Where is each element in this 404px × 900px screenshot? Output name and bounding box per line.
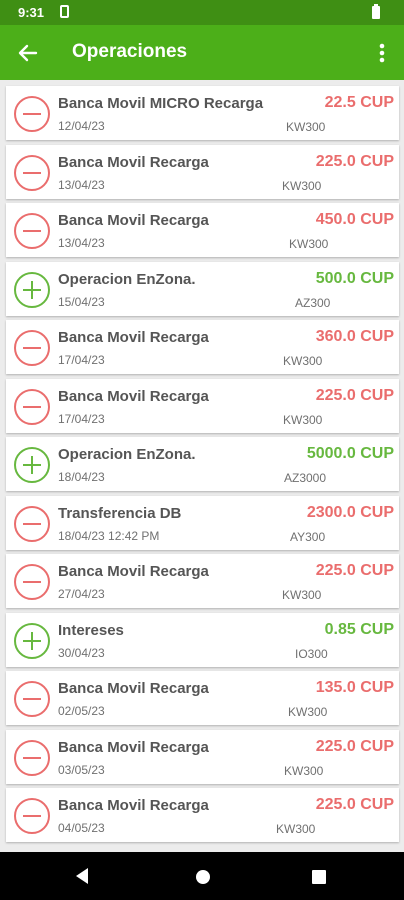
operation-date: 03/05/23 [58, 762, 105, 777]
battery-icon [372, 4, 380, 19]
operation-amount: 360.0 CUP [315, 328, 394, 345]
minus-circle-icon [14, 505, 50, 542]
page-title: Operaciones [72, 41, 188, 62]
minus-circle-icon [14, 681, 50, 717]
operation-code: KW300 [282, 588, 322, 602]
operation-date: 18/04/23 [58, 470, 105, 484]
operation-title: Banca Movil Recarga [58, 738, 209, 756]
operation-row[interactable]: Banca Movil Recarga 27/04/23 225.0 CUP KW30… [6, 554, 399, 608]
minus-circle-icon [14, 564, 50, 600]
operation-code: KW300 [288, 705, 328, 719]
operation-row[interactable]: Banca Movil Recarga 17/04/23 360.0 CUP KW30… [6, 320, 399, 374]
operation-code: KW300 [283, 412, 323, 427]
app-bar: Operaciones [0, 25, 404, 80]
operation-amount: 22.5 CUP [324, 94, 394, 111]
operation-row[interactable]: Operacion EnZona. 18/04/23 5000.0 CUP AZ300… [6, 437, 399, 491]
operation-code: AZ3000 [284, 471, 327, 485]
navigation-bar [0, 852, 404, 900]
operation-row[interactable]: Intereses 30/04/23 0.85 CUP IO300 [6, 612, 399, 667]
plus-circle-icon [14, 447, 50, 483]
minus-circle-icon [14, 388, 50, 425]
operation-row[interactable]: Banca Movil Recarga 04/05/23 225.0 CUP KW30… [6, 788, 399, 842]
plus-circle-icon [14, 622, 50, 659]
operation-title: Banca Movil Recarga [58, 680, 209, 697]
operation-row[interactable]: Banca Movil MICRO Recarga 12/04/23 22.5 CU… [6, 86, 399, 140]
operation-code: KW300 [283, 354, 323, 368]
status-bar: 9:31 [0, 0, 404, 25]
back-arrow-icon[interactable] [14, 39, 42, 67]
operation-title: Intereses [58, 621, 124, 639]
operation-title: Operacion EnZona. [58, 270, 196, 288]
operation-code: AZ300 [295, 295, 331, 310]
minus-circle-icon [14, 798, 50, 834]
operation-title: Transferencia DB [58, 504, 182, 522]
operation-row[interactable]: Banca Movil Recarga 02/05/23 135.0 CUP KW30… [6, 671, 399, 725]
operation-title: Banca Movil Recarga [58, 563, 209, 580]
operation-amount: 2300.0 CUP [306, 503, 394, 521]
nav-back-icon[interactable] [74, 867, 90, 885]
operation-amount: 450.0 CUP [315, 211, 394, 228]
more-options-icon[interactable] [372, 39, 392, 67]
operation-date: 18/04/23 12:42 PM [58, 528, 160, 543]
operation-date: 12/04/23 [58, 119, 105, 133]
plus-circle-icon [14, 271, 50, 308]
minus-circle-icon [14, 154, 50, 191]
operation-row[interactable]: Banca Movil Recarga 13/04/23 450.0 CUP KW30… [6, 203, 399, 257]
operation-amount: 0.85 CUP [324, 620, 394, 638]
operation-date: 04/05/23 [58, 821, 105, 835]
operation-title: Banca Movil Recarga [58, 212, 209, 229]
operation-amount: 225.0 CUP [315, 737, 394, 755]
operation-amount: 225.0 CUP [315, 796, 394, 813]
operation-date: 13/04/23 [58, 236, 105, 250]
operation-title: Banca Movil Recarga [58, 387, 209, 405]
operation-code: IO300 [295, 646, 328, 661]
operation-code: KW300 [284, 763, 324, 778]
operation-code: KW300 [289, 237, 329, 251]
operation-date: 17/04/23 [58, 353, 105, 367]
operation-row[interactable]: Banca Movil Recarga 03/05/23 225.0 CUP KW30… [6, 729, 399, 784]
operation-title: Banca Movil Recarga [58, 797, 209, 814]
minus-circle-icon [14, 330, 50, 366]
operation-title: Banca Movil Recarga [58, 153, 209, 171]
sim-card-icon [60, 5, 69, 18]
operation-date: 17/04/23 [58, 411, 105, 426]
operation-row[interactable]: Operacion EnZona. 15/04/23 500.0 CUP AZ300 [6, 261, 399, 316]
status-time: 9:31 [18, 5, 45, 20]
minus-circle-icon [14, 96, 50, 132]
operations-list: Banca Movil MICRO Recarga 12/04/23 22.5 CU… [0, 80, 404, 852]
operation-amount: 225.0 CUP [315, 386, 394, 404]
operation-amount: 225.0 CUP [315, 562, 394, 579]
operation-date: 27/04/23 [58, 587, 105, 601]
operation-title: Banca Movil Recarga [58, 329, 209, 346]
operation-date: 15/04/23 [58, 294, 105, 309]
operation-row[interactable]: Transferencia DB 18/04/23 12:42 PM 2300.0 … [6, 495, 399, 550]
nav-recents-icon[interactable] [312, 870, 326, 884]
operation-title: Banca Movil MICRO Recarga [58, 95, 264, 112]
operation-code: KW300 [282, 178, 322, 193]
minus-circle-icon [14, 213, 50, 249]
operation-date: 30/04/23 [58, 645, 105, 660]
operation-date: 02/05/23 [58, 704, 105, 718]
operation-amount: 225.0 CUP [315, 152, 394, 170]
operation-code: KW300 [286, 120, 326, 134]
operation-amount: 500.0 CUP [315, 269, 394, 287]
operation-row[interactable]: Banca Movil Recarga 17/04/23 225.0 CUP KW30… [6, 378, 399, 433]
operation-code: KW300 [276, 822, 316, 836]
operation-date: 13/04/23 [58, 177, 105, 192]
operation-amount: 135.0 CUP [315, 679, 394, 696]
operation-title: Operacion EnZona. [58, 446, 196, 463]
operation-amount: 5000.0 CUP [306, 445, 394, 462]
nav-home-icon[interactable] [196, 870, 210, 884]
minus-circle-icon [14, 739, 50, 776]
operation-row[interactable]: Banca Movil Recarga 13/04/23 225.0 CUP KW30… [6, 144, 399, 199]
operation-code: AY300 [290, 529, 326, 544]
